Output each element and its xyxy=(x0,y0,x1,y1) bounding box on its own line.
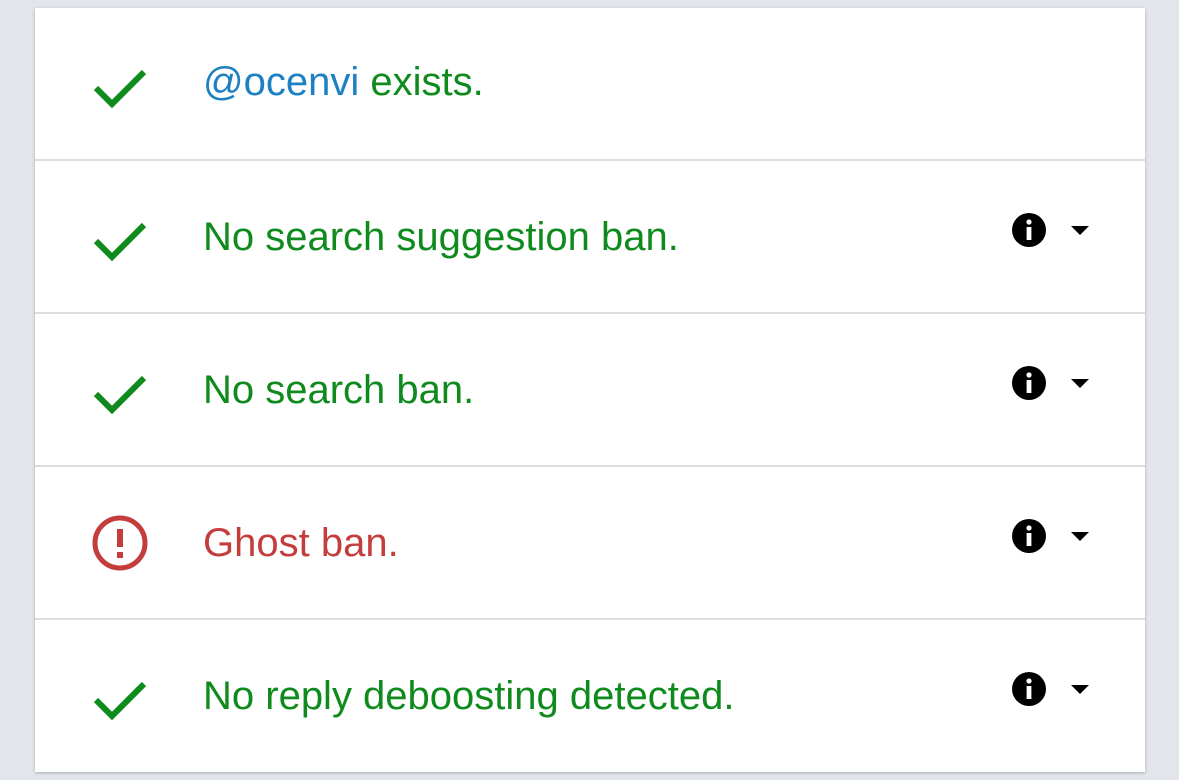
check-icon xyxy=(90,667,150,727)
results-panel: @ocenvi exists. No search suggestion ban… xyxy=(35,8,1145,772)
info-icon[interactable] xyxy=(1011,365,1047,401)
check-row-reply-deboosting: No reply deboosting detected. xyxy=(35,620,1145,771)
info-icon[interactable] xyxy=(1011,671,1047,707)
check-row-exists: @ocenvi exists. xyxy=(35,8,1145,161)
expand-caret-icon[interactable] xyxy=(1070,531,1090,543)
check-row-search-ban: No search ban. xyxy=(35,314,1145,467)
check-label: Ghost ban. xyxy=(203,521,399,565)
check-icon xyxy=(90,361,150,421)
check-label: No search ban. xyxy=(203,368,475,412)
check-label: No reply deboosting detected. xyxy=(203,674,735,718)
check-label: No search suggestion ban. xyxy=(203,215,679,259)
check-row-ghost-ban: Ghost ban. xyxy=(35,467,1145,620)
info-icon[interactable] xyxy=(1011,518,1047,554)
check-row-search-suggestion-ban: No search suggestion ban. xyxy=(35,161,1145,314)
info-icon[interactable] xyxy=(1011,212,1047,248)
expand-caret-icon[interactable] xyxy=(1070,225,1090,237)
check-icon xyxy=(90,55,150,115)
expand-caret-icon[interactable] xyxy=(1070,378,1090,390)
account-handle-link[interactable]: @ocenvi xyxy=(203,60,359,104)
check-icon xyxy=(90,208,150,268)
expand-caret-icon[interactable] xyxy=(1070,684,1090,696)
check-label: @ocenvi exists. xyxy=(203,58,484,106)
alert-circle-icon xyxy=(90,513,150,573)
exists-text: exists. xyxy=(359,60,484,104)
